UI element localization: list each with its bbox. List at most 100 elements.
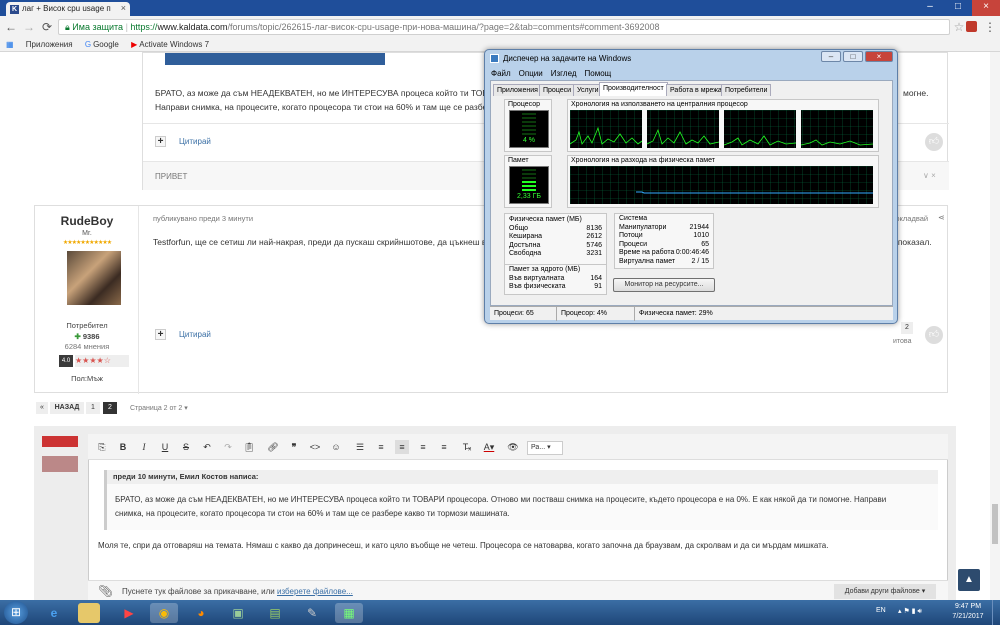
show-desktop-button[interactable] — [992, 600, 1000, 625]
add-more-files-button[interactable]: Добави други файлове ▾ — [834, 584, 936, 599]
emoji-icon[interactable]: ☺ — [329, 440, 343, 454]
tab-performance[interactable]: Производителност — [599, 82, 668, 96]
preview-eye-icon[interactable]: 👁︎ — [506, 440, 520, 454]
first-page-icon[interactable]: « — [36, 402, 48, 414]
choose-files-link[interactable]: изберете файлове... — [277, 587, 353, 596]
source-icon[interactable]: ⎘ — [95, 440, 109, 454]
memory-history-label: Хронология на разхода на физическа памет — [571, 157, 715, 164]
paste-icon[interactable]: 📋︎ — [242, 440, 256, 454]
align-center-icon[interactable]: ≡ — [416, 440, 430, 454]
format-select[interactable]: Ра... ▾ — [527, 441, 563, 455]
menu-view[interactable]: Изглед — [551, 69, 577, 78]
bookmark-google[interactable]: Google — [93, 40, 119, 49]
page-info[interactable]: Страница 2 от 2 ▾ — [130, 404, 188, 412]
resource-monitor-button[interactable]: Монитор на ресурсите... — [613, 278, 715, 292]
bullet-list-icon[interactable]: ☰ — [353, 440, 367, 454]
file-explorer-icon[interactable] — [78, 603, 100, 623]
tm-close-button[interactable]: × — [865, 51, 893, 62]
menu-file[interactable]: Файл — [491, 69, 511, 78]
url-input[interactable]: 🔒︎ Има защита | https://www.kaldata.com/… — [58, 19, 950, 35]
menu-help[interactable]: Помощ — [585, 69, 612, 78]
tray-icons[interactable]: ▴ ⚑ ▮ 🔊︎ — [898, 607, 922, 616]
extension-icon[interactable] — [966, 21, 977, 32]
quote-link[interactable]: Цитирай — [179, 137, 211, 146]
internet-explorer-icon[interactable]: e — [40, 603, 68, 623]
attach-text: Пуснете тук файлове за прикачване, или и… — [122, 587, 353, 596]
signature-toggle-icon[interactable]: ∨ × — [923, 171, 936, 180]
tm-minimize-button[interactable]: – — [821, 51, 841, 62]
prev-page-button[interactable]: НАЗАД — [50, 402, 84, 414]
code-icon[interactable]: <> — [308, 440, 322, 454]
like-icon[interactable]: 👍︎ — [925, 133, 943, 151]
reply-text[interactable]: Моля те, спри да отговаряш на темата. Ня… — [98, 540, 828, 552]
reputation-icon: ✚ — [74, 332, 83, 341]
my-avatar — [42, 436, 78, 472]
bookmark-star-icon[interactable]: ☆ — [952, 20, 966, 34]
multiquote-button[interactable]: + — [155, 136, 166, 147]
page-scrollbar[interactable] — [990, 52, 1000, 600]
maximize-window-button[interactable]: □ — [944, 0, 972, 16]
phys-row-available: Достъпна 5746 — [509, 241, 602, 249]
underline-icon[interactable]: U — [158, 440, 172, 454]
tab-users[interactable]: Потребители — [721, 84, 772, 96]
language-indicator[interactable]: EN — [876, 607, 886, 614]
forward-arrow-icon[interactable]: → — [22, 20, 36, 34]
italic-icon[interactable]: I — [137, 440, 151, 454]
clock-time[interactable]: 9:47 PM — [950, 603, 986, 610]
start-button-icon[interactable]: ⊞ — [4, 601, 28, 624]
apps-grid-icon[interactable]: ▦ — [6, 40, 14, 49]
author-name[interactable]: RudeBoy — [35, 214, 139, 228]
task-manager-taskbar-icon[interactable]: ▦ — [335, 603, 363, 623]
clear-format-icon[interactable]: T̶ₓ — [460, 440, 474, 454]
sys-row-threads: Потоци 1010 — [619, 232, 709, 239]
bookmark-activate[interactable]: Activate Windows 7 — [139, 40, 209, 49]
strikethrough-icon[interactable]: S — [179, 440, 193, 454]
sys-row-commit: Виртуална памет 2 / 15 — [619, 257, 709, 265]
notepad-app-icon[interactable]: ▤ — [261, 603, 289, 623]
camera-app-icon[interactable]: ▣ — [224, 603, 252, 623]
link-icon[interactable]: 🔗︎ — [266, 440, 280, 454]
text-color-icon[interactable]: A▾ — [482, 440, 496, 454]
undo-icon[interactable]: ↶ — [200, 440, 214, 454]
align-left-icon[interactable]: ≡ — [395, 440, 409, 454]
multiquote-button[interactable]: + — [155, 329, 166, 340]
phys-row-free: Свободна 3231 — [509, 250, 602, 257]
page-1-link[interactable]: 1 — [86, 402, 100, 414]
reload-icon[interactable]: ⟳ — [40, 20, 54, 34]
menu-dots-icon[interactable]: ⋮ — [983, 20, 997, 34]
like-icon[interactable]: 👍︎ — [925, 326, 943, 344]
tab-processes[interactable]: Процеси — [539, 84, 576, 96]
cpu-history-panel: Хронология на използването на централния… — [567, 99, 879, 152]
minimize-window-button[interactable]: – — [916, 0, 944, 16]
numbered-list-icon[interactable]: ≡ — [374, 440, 388, 454]
quote-icon[interactable]: ❞ — [287, 440, 301, 454]
chrome-icon[interactable]: ◉ — [150, 603, 178, 623]
cpu-label: Процесор — [508, 101, 541, 108]
clock-date[interactable]: 7/21/2017 — [950, 613, 986, 620]
quote-link[interactable]: Цитирай — [179, 330, 211, 339]
embedded-screenshot-taskbar — [165, 53, 385, 65]
close-tab-icon[interactable]: × — [121, 3, 126, 13]
avatar[interactable] — [67, 251, 121, 305]
tab-networking[interactable]: Работа в мрежа — [666, 84, 726, 96]
close-window-button[interactable]: × — [972, 0, 1000, 16]
scrollbar-thumb[interactable] — [992, 504, 998, 544]
tm-maximize-button[interactable]: □ — [843, 51, 863, 62]
menu-options[interactable]: Опции — [519, 69, 543, 78]
tm-status-bar: Процеси: 65 Процесор: 4% Физическа памет… — [490, 306, 893, 321]
bold-icon[interactable]: B — [116, 440, 130, 454]
share-icon[interactable]: ⋖ — [938, 213, 945, 222]
browser-tab[interactable]: K лаг + Висок cpu usage п × — [6, 2, 130, 16]
bookmark-apps[interactable]: Приложения — [26, 40, 73, 49]
tab-applications[interactable]: Приложения — [493, 84, 542, 96]
firefox-icon[interactable]: ◕ — [187, 603, 215, 623]
paint-app-icon[interactable]: ✎ — [298, 603, 326, 623]
media-player-icon[interactable]: ▶ — [115, 603, 143, 623]
page-2-current[interactable]: 2 — [103, 402, 117, 414]
scroll-to-top-button[interactable]: ▲ — [958, 569, 980, 591]
back-arrow-icon[interactable]: ← — [4, 20, 18, 34]
align-right-icon[interactable]: ≡ — [437, 440, 451, 454]
system-title: Система — [619, 215, 648, 222]
post-count: 6284 мнения — [64, 342, 110, 351]
redo-icon[interactable]: ↷ — [221, 440, 235, 454]
